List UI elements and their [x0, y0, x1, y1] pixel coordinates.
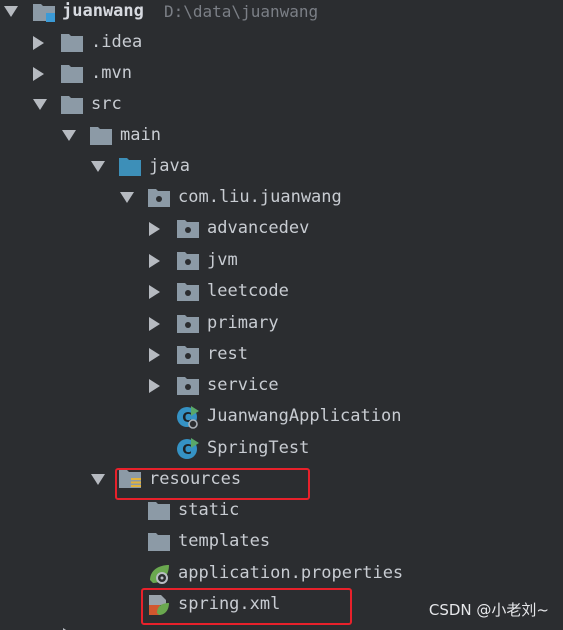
tree-item-label: leetcode: [207, 281, 289, 301]
tree-row-juanwang-application[interactable]: C JuanwangApplication: [0, 401, 563, 432]
spring-boot-class-icon: C: [176, 405, 200, 429]
tree-item-label: rest: [207, 344, 248, 364]
tree-row-root[interactable]: juanwang D:\data\juanwang: [0, 0, 563, 27]
tree-row-src[interactable]: src: [0, 89, 563, 120]
watermark: CSDN @小老刘~: [428, 601, 549, 619]
project-tree: juanwang D:\data\juanwang .idea .mvn src: [0, 0, 563, 630]
package-icon: [176, 280, 200, 304]
tree-row-primary[interactable]: primary: [0, 308, 563, 339]
tree-row-leetcode[interactable]: leetcode: [0, 276, 563, 307]
tree-item-label: jvm: [207, 250, 238, 270]
spring-properties-icon: [147, 562, 171, 586]
folder-icon: [60, 93, 84, 117]
chevron-down-icon[interactable]: [89, 158, 107, 176]
tree-row-package[interactable]: com.liu.juanwang: [0, 182, 563, 213]
chevron-down-icon[interactable]: [89, 471, 107, 489]
folder-icon: [60, 31, 84, 55]
highlight-box-resources: [115, 468, 310, 500]
chevron-right-icon[interactable]: [146, 252, 164, 270]
tree-row-rest[interactable]: rest: [0, 339, 563, 370]
tree-row-application-properties[interactable]: application.properties: [0, 558, 563, 589]
tree-item-label: service: [207, 375, 279, 395]
tree-row-templates[interactable]: templates: [0, 526, 563, 557]
folder-icon: [60, 62, 84, 86]
chevron-right-icon[interactable]: [146, 315, 164, 333]
package-icon: [176, 217, 200, 241]
project-path: D:\data\juanwang: [164, 2, 319, 21]
tree-row-mvn[interactable]: .mvn: [0, 58, 563, 89]
package-icon: [176, 343, 200, 367]
chevron-right-icon[interactable]: [146, 346, 164, 364]
package-icon: [176, 312, 200, 336]
tree-row-service[interactable]: service: [0, 370, 563, 401]
tree-item-label: .mvn: [91, 63, 132, 83]
folder-icon: [89, 124, 113, 148]
tree-item-label: .idea: [91, 32, 143, 52]
chevron-down-icon[interactable]: [118, 189, 136, 207]
tree-item-label: main: [120, 125, 161, 145]
package-icon: [176, 249, 200, 273]
tree-item-label: templates: [178, 531, 271, 551]
chevron-right-icon[interactable]: [30, 34, 48, 52]
folder-icon: [147, 530, 171, 554]
runnable-class-icon: C: [176, 437, 200, 461]
tree-item-label: juanwang: [62, 1, 144, 21]
chevron-right-icon[interactable]: [146, 283, 164, 301]
tree-item-label: SpringTest: [207, 438, 310, 458]
tree-row-spring-test[interactable]: C SpringTest: [0, 433, 563, 464]
highlight-box-spring-xml: [141, 588, 352, 625]
tree-row-main[interactable]: main: [0, 120, 563, 151]
tree-item-label: src: [91, 94, 122, 114]
tree-row-java[interactable]: java: [0, 151, 563, 182]
tree-item-label: application.properties: [178, 563, 404, 583]
chevron-down-icon[interactable]: [60, 127, 78, 145]
package-icon: [176, 374, 200, 398]
tree-item-label: com.liu.juanwang: [178, 187, 342, 207]
chevron-down-icon[interactable]: [31, 96, 49, 114]
tree-item-label: java: [149, 156, 190, 176]
chevron-down-icon[interactable]: [2, 3, 20, 21]
tree-row-idea[interactable]: .idea: [0, 27, 563, 58]
tree-row-jvm[interactable]: jvm: [0, 245, 563, 276]
chevron-right-icon[interactable]: [30, 65, 48, 83]
chevron-right-icon[interactable]: [60, 626, 78, 630]
chevron-right-icon[interactable]: [146, 377, 164, 395]
package-icon: [147, 186, 171, 210]
tree-row-advancedev[interactable]: advancedev: [0, 213, 563, 244]
source-folder-icon: [118, 155, 142, 179]
tree-item-label: primary: [207, 313, 279, 333]
tree-item-label: advancedev: [207, 218, 310, 238]
tree-item-label: JuanwangApplication: [207, 406, 402, 426]
module-folder-icon: [32, 0, 56, 24]
chevron-right-icon[interactable]: [146, 220, 164, 238]
folder-icon: [147, 499, 171, 523]
svg-text:C: C: [182, 443, 192, 458]
